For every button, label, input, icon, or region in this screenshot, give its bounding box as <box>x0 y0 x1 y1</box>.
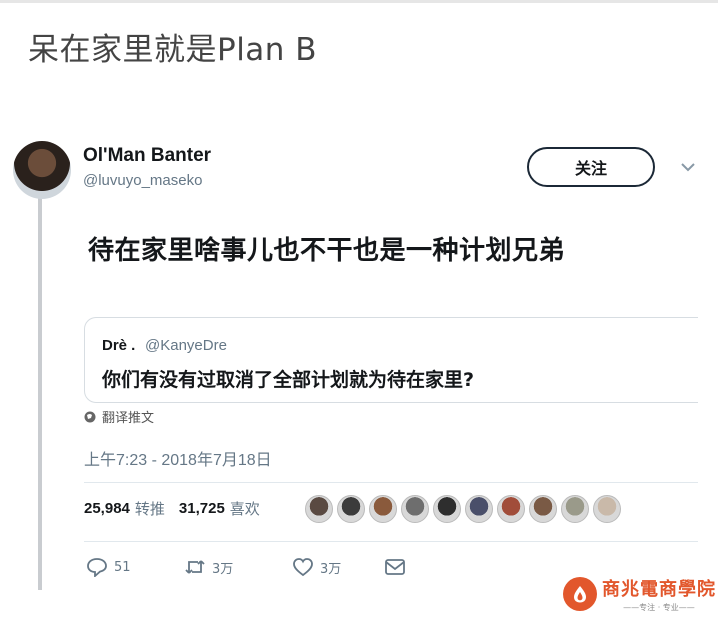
translate-label: 翻译推文 <box>102 411 155 426</box>
liker-avatar[interactable] <box>305 495 333 523</box>
quoted-tweet[interactable]: Drè . @KanyeDre 你们有没有过取消了全部计划就为待在家里? <box>84 317 698 403</box>
liker-avatar[interactable] <box>401 495 429 523</box>
tweet-actions: 51 3万 3万 <box>86 557 406 577</box>
heart-icon <box>293 558 313 577</box>
direct-message-button[interactable] <box>384 557 406 577</box>
reply-icon <box>87 558 107 577</box>
liker-avatar[interactable] <box>497 495 525 523</box>
likes-count[interactable]: 31,725 <box>179 500 225 517</box>
liker-avatar[interactable] <box>465 495 493 523</box>
retweets-label[interactable]: 转推 <box>135 498 165 519</box>
liker-avatars <box>305 495 621 523</box>
like-count: 3万 <box>320 561 342 577</box>
tweet-timestamp[interactable]: 上午7:23 - 2018年7月18日 <box>84 446 272 470</box>
retweets-count[interactable]: 25,984 <box>84 500 130 517</box>
liker-avatar[interactable] <box>593 495 621 523</box>
like-button[interactable]: 3万 <box>292 557 384 577</box>
liker-avatar[interactable] <box>337 495 365 523</box>
chevron-down-icon[interactable] <box>679 160 697 174</box>
liker-avatar[interactable] <box>369 495 397 523</box>
reply-count: 51 <box>114 559 131 575</box>
globe-icon <box>84 411 96 422</box>
author-avatar[interactable] <box>13 141 71 199</box>
divider <box>84 541 698 542</box>
divider <box>84 482 698 483</box>
quote-author-name: Drè . <box>102 337 136 354</box>
likes-label[interactable]: 喜欢 <box>230 498 260 519</box>
author-name[interactable]: Ol'Man Banter <box>83 145 211 167</box>
top-divider <box>0 0 718 3</box>
retweet-button[interactable]: 3万 <box>184 557 292 577</box>
thread-line <box>38 198 42 590</box>
retweet-icon <box>185 560 205 574</box>
translate-tweet-link[interactable]: 翻译推文 <box>84 407 154 426</box>
author-handle[interactable]: @luvuyo_maseko <box>83 172 202 189</box>
message-icon <box>385 559 405 575</box>
quote-author-handle: @KanyeDre <box>145 337 227 354</box>
follow-button[interactable]: 关注 <box>527 147 655 187</box>
quote-text: 你们有没有过取消了全部计划就为待在家里? <box>102 369 475 391</box>
liker-avatar[interactable] <box>433 495 461 523</box>
reply-button[interactable]: 51 <box>86 557 184 577</box>
retweet-count: 3万 <box>212 561 234 577</box>
liker-avatar[interactable] <box>529 495 557 523</box>
watermark-title: 商兆電商學院 <box>602 579 716 600</box>
post-title: 呆在家里就是Plan B <box>28 32 318 68</box>
watermark: 商兆電商學院 ——专注 · 专业—— <box>563 575 716 613</box>
tweet-text: 待在家里啥事儿也不干也是一种计划兄弟 <box>88 236 566 266</box>
tweet-stats: 25,984 转推 31,725 喜欢 <box>84 498 274 519</box>
watermark-logo-icon <box>563 577 597 611</box>
watermark-subtitle: ——专注 · 专业—— <box>623 603 695 612</box>
liker-avatar[interactable] <box>561 495 589 523</box>
